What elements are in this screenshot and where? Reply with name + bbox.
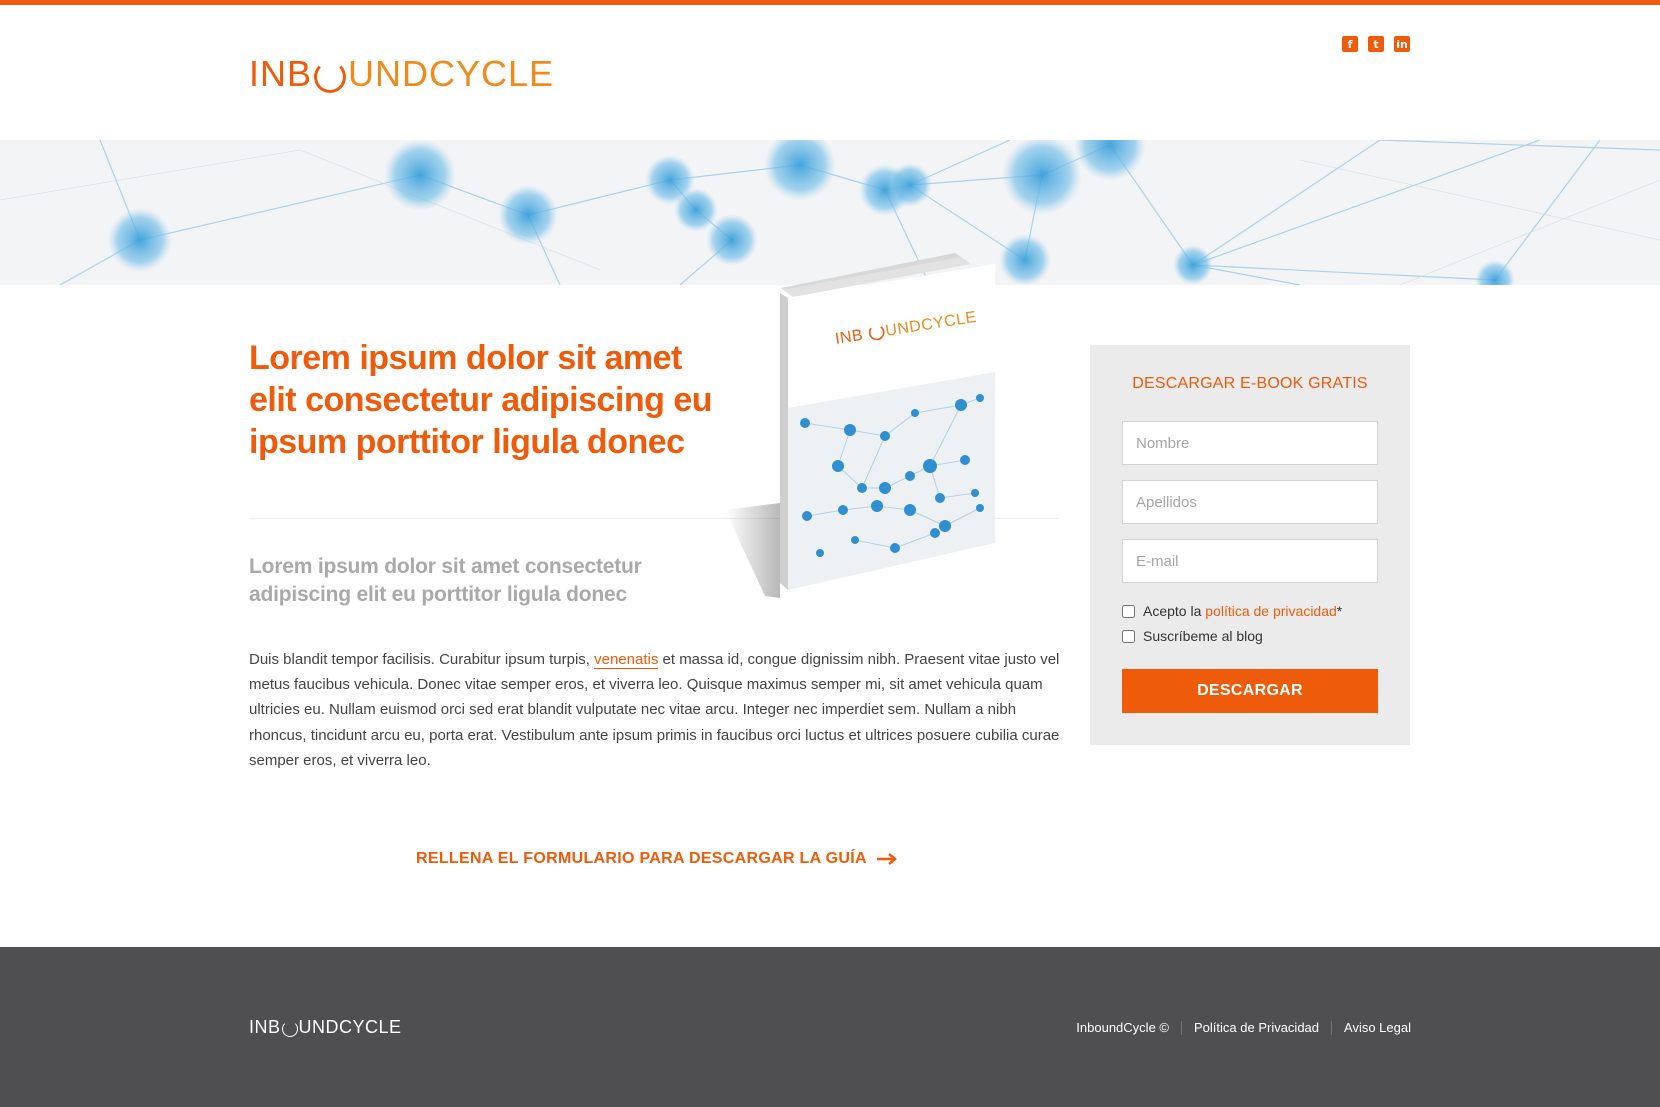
- arrow-right-icon: [876, 853, 897, 865]
- name-field[interactable]: [1122, 421, 1378, 465]
- privacy-checkbox[interactable]: [1122, 604, 1135, 618]
- download-button[interactable]: DESCARGAR: [1122, 669, 1378, 713]
- logo-text-end: UNDCYCLE: [348, 53, 555, 94]
- page-subheading: Lorem ipsum dolor sit amet consectetur a…: [249, 555, 642, 606]
- linkedin-icon[interactable]: in: [1394, 36, 1410, 52]
- footer-logo-circle-icon: [281, 1020, 298, 1037]
- footer-separator: [1331, 1020, 1333, 1035]
- privacy-label: Acepto la política de privacidad*: [1143, 603, 1343, 619]
- ebook-cover-image: INB UNDCYCLE: [725, 248, 1005, 598]
- footer-logo[interactable]: INB UNDCYCLE: [249, 1017, 402, 1038]
- page-footer: INB UNDCYCLE InboundCycle © Política de P…: [0, 947, 1660, 1107]
- privacy-policy-link[interactable]: política de privacidad: [1205, 603, 1337, 619]
- logo-circle-icon: [314, 61, 347, 93]
- cta-label: RELLENA EL FORMULARIO PARA DESCARGAR LA …: [416, 850, 867, 867]
- twitter-icon[interactable]: t: [1368, 36, 1384, 52]
- form-cta-link[interactable]: RELLENA EL FORMULARIO PARA DESCARGAR LA …: [416, 850, 897, 868]
- footer-links: InboundCycle © Política de Privacidad Av…: [1076, 1020, 1411, 1035]
- body-paragraph: Duis blandit tempor facilisis. Curabitur…: [249, 651, 1060, 769]
- page-headline: Lorem ipsum dolor sit amet elit consecte…: [249, 339, 713, 461]
- top-accent-bar: [0, 0, 1660, 5]
- logo-text-start: INB: [249, 53, 313, 94]
- email-field[interactable]: [1122, 539, 1378, 583]
- lastname-field[interactable]: [1122, 480, 1378, 524]
- subscribe-checkbox[interactable]: [1122, 629, 1135, 643]
- footer-privacy-link[interactable]: Política de Privacidad: [1194, 1020, 1319, 1035]
- subscribe-checkbox-row: Suscríbeme al blog: [1122, 628, 1263, 644]
- footer-separator: [1181, 1020, 1182, 1035]
- download-form: DESCARGAR E-BOOK GRATIS Acepto la políti…: [1090, 345, 1410, 745]
- footer-copyright: InboundCycle ©: [1076, 1020, 1169, 1035]
- brand-logo[interactable]: INB UNDCYCLE: [249, 52, 554, 96]
- subscribe-label: Suscríbeme al blog: [1143, 628, 1263, 644]
- footer-legal-link[interactable]: Aviso Legal: [1344, 1020, 1411, 1035]
- privacy-checkbox-row: Acepto la política de privacidad*: [1122, 603, 1342, 619]
- venenatis-link[interactable]: venenatis: [594, 651, 659, 669]
- facebook-icon[interactable]: f: [1342, 36, 1358, 52]
- form-title: DESCARGAR E-BOOK GRATIS: [1132, 375, 1368, 392]
- social-links: f t in: [1342, 36, 1410, 52]
